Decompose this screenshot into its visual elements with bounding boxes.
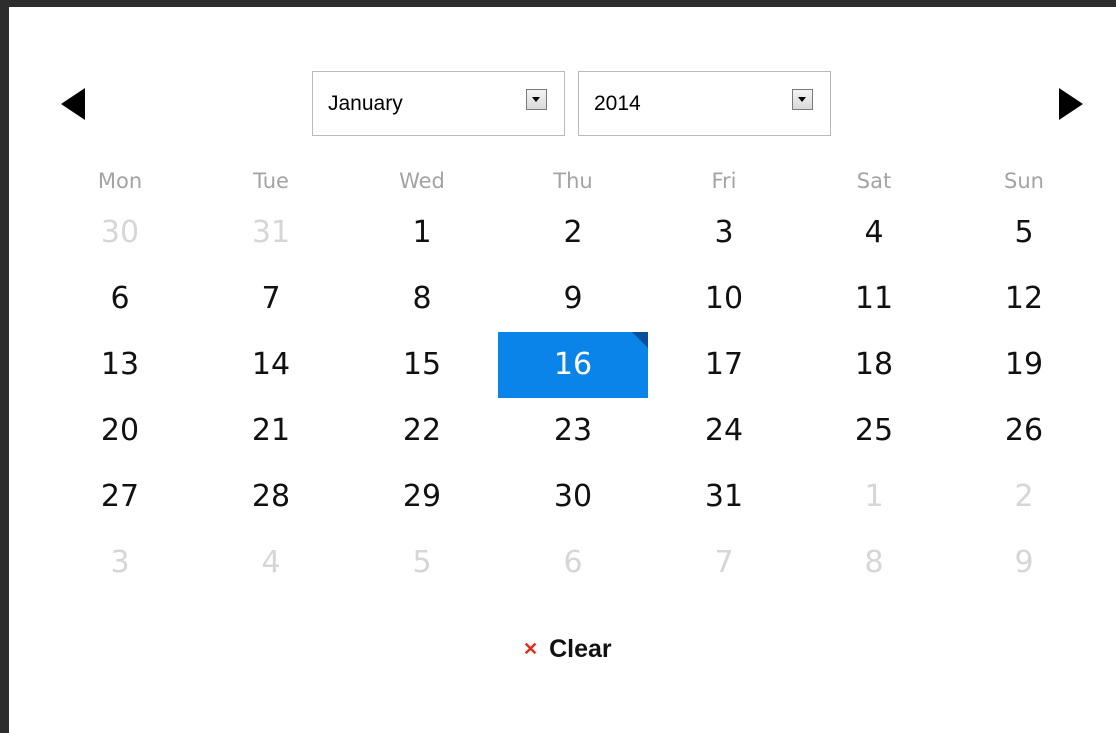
day-cell[interactable]: 22 <box>347 398 497 464</box>
day-cell[interactable]: 11 <box>799 266 949 332</box>
day-cell[interactable]: 26 <box>949 398 1099 464</box>
day-cell[interactable]: 29 <box>347 464 497 530</box>
day-cell[interactable]: 9 <box>949 530 1099 596</box>
close-icon: ✕ <box>523 639 539 659</box>
day-cell[interactable]: 2 <box>949 464 1099 530</box>
chevron-down-icon[interactable] <box>526 89 547 110</box>
month-select[interactable]: January <box>312 71 565 136</box>
weekday-label-sun: Sun <box>1004 169 1044 193</box>
day-cell[interactable]: 7 <box>196 266 346 332</box>
day-cell[interactable]: 20 <box>45 398 195 464</box>
window-frame-top <box>0 0 1116 7</box>
day-cell[interactable]: 3 <box>45 530 195 596</box>
day-cell[interactable]: 18 <box>799 332 949 398</box>
year-select-value: 2014 <box>594 92 641 115</box>
day-cell[interactable]: 4 <box>196 530 346 596</box>
date-picker-panel: January 2014 Mon Tue Wed Thu Fri Sat Sun… <box>9 7 1116 733</box>
year-select[interactable]: 2014 <box>578 71 831 136</box>
window-frame-left <box>0 0 9 733</box>
day-cell[interactable]: 7 <box>649 530 799 596</box>
day-cell[interactable]: 14 <box>196 332 346 398</box>
next-month-arrow-icon[interactable] <box>1059 88 1083 120</box>
weekday-label-thu: Thu <box>553 169 593 193</box>
day-cell[interactable]: 12 <box>949 266 1099 332</box>
day-cell[interactable]: 8 <box>347 266 497 332</box>
weekday-label-wed: Wed <box>399 169 445 193</box>
day-cell[interactable]: 30 <box>45 200 195 266</box>
weekday-label-mon: Mon <box>97 169 143 193</box>
weekday-label-fri: Fri <box>711 169 737 193</box>
day-cell[interactable]: 15 <box>347 332 497 398</box>
day-cell[interactable]: 1 <box>799 464 949 530</box>
day-cell[interactable]: 28 <box>196 464 346 530</box>
day-cell[interactable]: 31 <box>196 200 346 266</box>
day-cell[interactable]: 1 <box>347 200 497 266</box>
day-cell[interactable]: 30 <box>498 464 648 530</box>
day-cell-selected[interactable]: 16 <box>498 332 648 398</box>
month-select-value: January <box>328 92 403 115</box>
day-cell[interactable]: 19 <box>949 332 1099 398</box>
day-cell[interactable]: 13 <box>45 332 195 398</box>
day-cell[interactable]: 9 <box>498 266 648 332</box>
day-cell[interactable]: 4 <box>799 200 949 266</box>
day-cell[interactable]: 2 <box>498 200 648 266</box>
chevron-down-icon[interactable] <box>792 89 813 110</box>
day-cell[interactable]: 17 <box>649 332 799 398</box>
day-cell[interactable]: 6 <box>45 266 195 332</box>
day-cell[interactable]: 25 <box>799 398 949 464</box>
day-cell[interactable]: 5 <box>949 200 1099 266</box>
weekday-label-tue: Tue <box>253 169 289 193</box>
day-cell[interactable]: 8 <box>799 530 949 596</box>
day-cell[interactable]: 10 <box>649 266 799 332</box>
day-cell[interactable]: 24 <box>649 398 799 464</box>
day-cell[interactable]: 5 <box>347 530 497 596</box>
previous-month-arrow-icon[interactable] <box>61 88 85 120</box>
day-cell[interactable]: 6 <box>498 530 648 596</box>
day-cell[interactable]: 21 <box>196 398 346 464</box>
weekday-label-sat: Sat <box>856 169 892 193</box>
clear-button[interactable]: ✕ Clear <box>523 633 612 665</box>
day-cell[interactable]: 23 <box>498 398 648 464</box>
day-cell[interactable]: 31 <box>649 464 799 530</box>
day-cell[interactable]: 3 <box>649 200 799 266</box>
clear-button-label: Clear <box>549 634 612 663</box>
day-cell[interactable]: 27 <box>45 464 195 530</box>
